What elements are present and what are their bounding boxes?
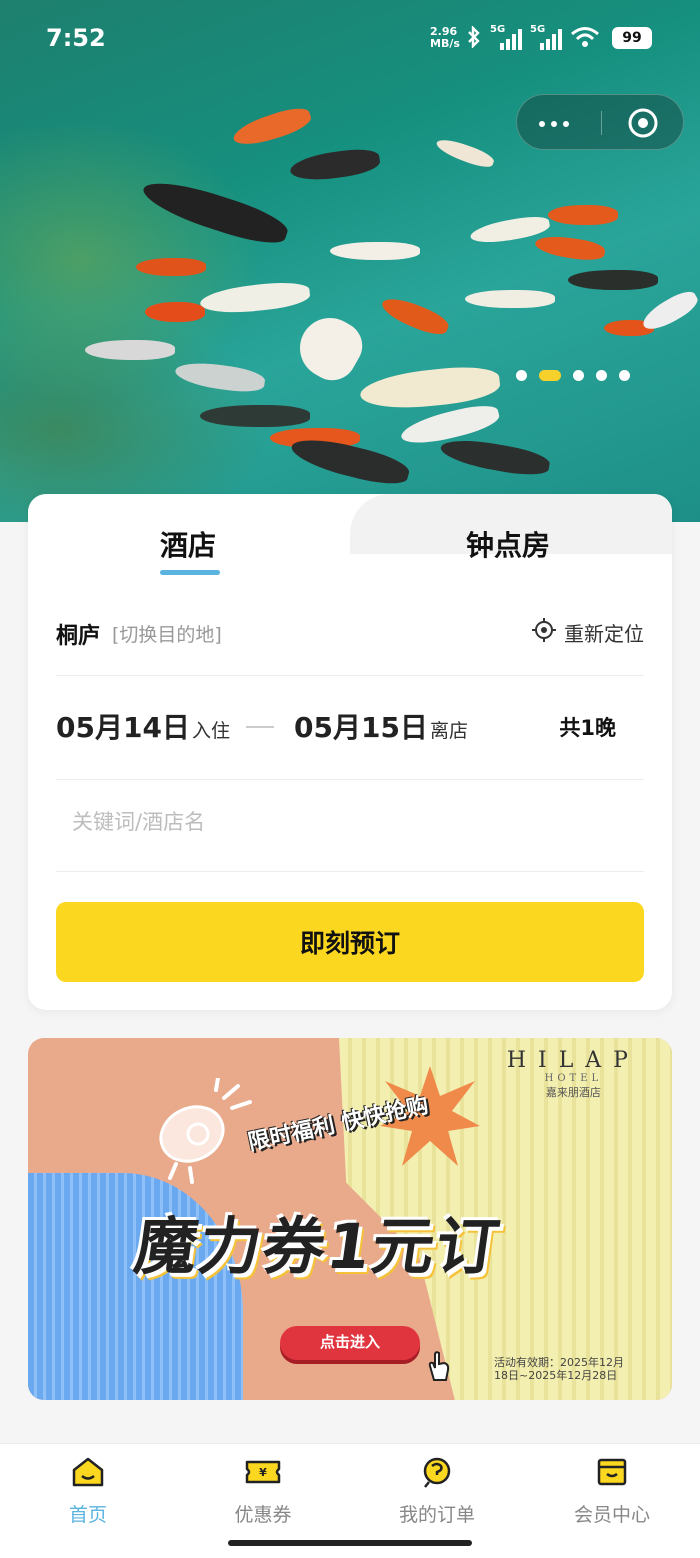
relocate-label: 重新定位 xyxy=(564,622,644,646)
checkout-label: 离店 xyxy=(429,720,468,742)
nights-count: 共1晚 xyxy=(559,716,616,740)
carousel-indicator xyxy=(516,370,630,381)
date-row[interactable]: 05月14日 入住 05月15日 离店 共1晚 xyxy=(56,676,644,780)
koi-shape xyxy=(136,258,206,276)
tap-hand-icon xyxy=(426,1350,454,1388)
wifi-icon xyxy=(570,26,600,52)
book-now-button[interactable]: 即刻预订 xyxy=(56,902,644,982)
tab-hourly-room[interactable]: 钟点房 xyxy=(466,524,550,564)
nav-home[interactable]: 首页 xyxy=(28,1456,148,1527)
nav-coupons[interactable]: ¥ 优惠券 xyxy=(203,1456,323,1527)
koi-shape xyxy=(173,358,267,396)
koi-shape xyxy=(230,103,314,151)
koi-shape xyxy=(465,290,555,308)
checkin-date-value: 05月14日 xyxy=(56,711,190,744)
koi-shape xyxy=(378,292,452,340)
network-speed-unit: MB/s xyxy=(430,37,460,50)
miniprogram-capsule xyxy=(516,94,684,150)
orders-icon xyxy=(419,1457,455,1492)
koi-shape xyxy=(548,205,618,225)
keyword-row xyxy=(56,780,644,872)
locate-icon xyxy=(532,618,556,647)
home-icon xyxy=(70,1457,106,1492)
koi-shape xyxy=(289,307,371,389)
brand-name: HILAP xyxy=(506,1048,640,1073)
svg-text:¥: ¥ xyxy=(259,1466,267,1479)
battery-indicator: 99 xyxy=(612,27,652,49)
koi-shape xyxy=(434,135,496,171)
close-target-icon[interactable] xyxy=(627,107,659,143)
brand-chinese-name: 嘉来朋酒店 xyxy=(545,1086,601,1099)
cell-signal-icon: 5G xyxy=(530,24,562,50)
hero-carousel-image[interactable]: 7:52 2.96 MB/s 5G 5G 99 xyxy=(0,0,700,522)
carousel-dot-active[interactable] xyxy=(539,370,561,381)
koi-shape xyxy=(85,340,175,360)
koi-shape xyxy=(198,279,312,317)
hotel-brand-logo: HILAP HOTEL 嘉来朋酒店 xyxy=(507,1048,640,1100)
capsule-divider xyxy=(601,111,602,135)
signal-type-label: 5G xyxy=(490,24,506,35)
relocate-button[interactable]: 重新定位 xyxy=(532,618,644,647)
city-name[interactable]: 桐庐 xyxy=(56,618,100,650)
carousel-dot[interactable] xyxy=(619,370,630,381)
keyword-search-input[interactable] xyxy=(72,810,612,834)
nav-orders-label: 我的订单 xyxy=(398,1504,475,1526)
koi-shape xyxy=(438,434,552,480)
koi-shape xyxy=(330,242,420,260)
checkin-label: 入住 xyxy=(191,720,230,742)
status-time: 7:52 xyxy=(46,24,106,52)
nav-home-label: 首页 xyxy=(68,1504,107,1526)
koi-shape xyxy=(200,405,310,427)
brand-subtitle: HOTEL xyxy=(544,1073,603,1084)
signal-type-label: 5G xyxy=(530,24,546,35)
promo-headline: 魔力券1元订 xyxy=(130,1210,506,1283)
promo-validity: 活动有效期：2025年12月 18日~2025年12月28日 xyxy=(494,1356,624,1382)
nav-coupons-label: 优惠券 xyxy=(234,1504,292,1526)
status-bar: 7:52 2.96 MB/s 5G 5G 99 xyxy=(0,0,700,80)
validity-line: 活动有效期：2025年12月 xyxy=(494,1356,624,1369)
nav-member-label: 会员中心 xyxy=(573,1504,650,1526)
destination-row: 桐庐 [切换目的地] 重新定位 xyxy=(56,612,644,676)
promo-banner[interactable]: HILAP HOTEL 嘉来朋酒店 限时福利 快快抢购 魔力券1元订 点击进入 … xyxy=(28,1038,672,1400)
carousel-dot[interactable] xyxy=(516,370,527,381)
koi-shape xyxy=(533,233,607,263)
cell-signal-icon: 5G xyxy=(490,24,522,50)
enter-promo-button[interactable]: 点击进入 xyxy=(280,1326,420,1360)
checkout-date-value: 05月15日 xyxy=(294,711,428,744)
more-icon[interactable] xyxy=(539,121,569,127)
koi-shape xyxy=(145,302,205,322)
network-speed: 2.96 MB/s xyxy=(430,26,460,50)
signal-icons: 5G 5G xyxy=(466,24,600,52)
checkin-date[interactable]: 05月14日 入住 xyxy=(56,706,230,746)
carousel-dot[interactable] xyxy=(573,370,584,381)
carousel-dot[interactable] xyxy=(596,370,607,381)
lightbulb-icon xyxy=(146,1076,256,1192)
koi-shape xyxy=(638,286,700,336)
koi-shape xyxy=(568,270,658,290)
koi-shape xyxy=(138,172,292,252)
bluetooth-icon xyxy=(466,25,482,52)
date-separator xyxy=(246,726,274,728)
tab-hotel[interactable]: 酒店 xyxy=(160,524,216,564)
koi-shape xyxy=(288,145,382,185)
member-icon xyxy=(594,1458,630,1492)
coupon-icon: ¥ xyxy=(244,1460,282,1492)
checkout-date[interactable]: 05月15日 离店 xyxy=(294,706,468,746)
nav-member-center[interactable]: 会员中心 xyxy=(552,1456,672,1527)
switch-destination-link[interactable]: [切换目的地] xyxy=(112,620,222,647)
tab-active-underline xyxy=(160,570,220,575)
nav-orders[interactable]: 我的订单 xyxy=(377,1456,497,1527)
booking-card: 酒店 钟点房 桐庐 [切换目的地] 重新定位 05月14日 入住 05月15日 离店… xyxy=(28,494,672,1010)
home-indicator xyxy=(228,1540,472,1546)
validity-line: 18日~2025年12月28日 xyxy=(494,1369,618,1382)
